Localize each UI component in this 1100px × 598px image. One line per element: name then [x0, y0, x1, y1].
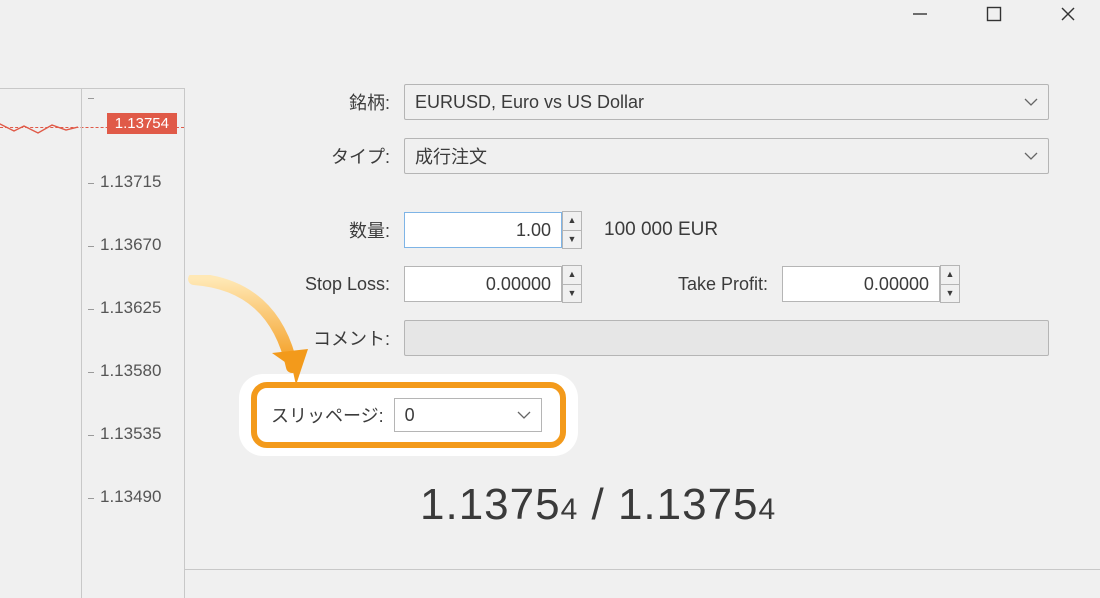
takeprofit-spin-down[interactable]: ▼ — [940, 284, 960, 304]
stoploss-spin-down[interactable]: ▼ — [562, 284, 582, 304]
slippage-value: 0 — [405, 405, 415, 426]
stoploss-spin-up[interactable]: ▲ — [562, 265, 582, 284]
minimize-button[interactable] — [885, 0, 955, 31]
slippage-label: スリッページ: — [271, 402, 384, 428]
volume-input[interactable]: 1.00 — [404, 212, 562, 248]
tick-label: 1.13490 — [100, 487, 161, 507]
titlebar — [0, 0, 1100, 36]
type-select[interactable]: 成行注文 — [404, 138, 1049, 174]
symbol-label: 銘柄: — [230, 89, 404, 115]
tick-label: 1.13715 — [100, 172, 161, 192]
current-price-flag: 1.13754 — [107, 113, 177, 134]
takeprofit-input[interactable]: 0.00000 — [782, 266, 940, 302]
comment-label: コメント: — [230, 325, 404, 351]
chevron-down-icon — [517, 410, 531, 420]
comment-input[interactable] — [404, 320, 1049, 356]
slippage-select[interactable]: 0 — [394, 398, 542, 432]
tick-label: 1.13670 — [100, 235, 161, 255]
close-button[interactable] — [1033, 0, 1100, 31]
stoploss-label: Stop Loss: — [230, 274, 404, 295]
slippage-highlight: スリッページ: 0 — [239, 374, 578, 456]
type-label: タイプ: — [230, 143, 404, 169]
order-form: 銘柄: EURUSD, Euro vs US Dollar タイプ: 成行注文 … — [230, 82, 1070, 372]
volume-unit: 100 000 EUR — [604, 219, 718, 241]
stoploss-input[interactable]: 0.00000 — [404, 266, 562, 302]
takeprofit-label: Take Profit: — [582, 274, 782, 295]
tick-label: 1.13625 — [100, 298, 161, 318]
takeprofit-spin-up[interactable]: ▲ — [940, 265, 960, 284]
chevron-down-icon — [1024, 151, 1038, 161]
symbol-select[interactable]: EURUSD, Euro vs US Dollar — [404, 84, 1049, 120]
price-quote: 1.13754 / 1.13754 — [420, 480, 776, 530]
tick-label: 1.13580 — [100, 361, 161, 381]
chart-y-axis: 1.13754 1.13715 1.13670 1.13625 1.13580 … — [81, 89, 184, 598]
symbol-value: EURUSD, Euro vs US Dollar — [415, 92, 644, 113]
chevron-down-icon — [1024, 97, 1038, 107]
volume-spin-down[interactable]: ▼ — [562, 230, 582, 250]
maximize-button[interactable] — [959, 0, 1029, 31]
price-chart-panel: 1.13754 1.13715 1.13670 1.13625 1.13580 … — [0, 88, 185, 598]
tick-label: 1.13535 — [100, 424, 161, 444]
type-value: 成行注文 — [415, 143, 487, 169]
price-sparkline — [0, 120, 78, 138]
volume-label: 数量: — [230, 217, 404, 243]
volume-spin-up[interactable]: ▲ — [562, 211, 582, 230]
